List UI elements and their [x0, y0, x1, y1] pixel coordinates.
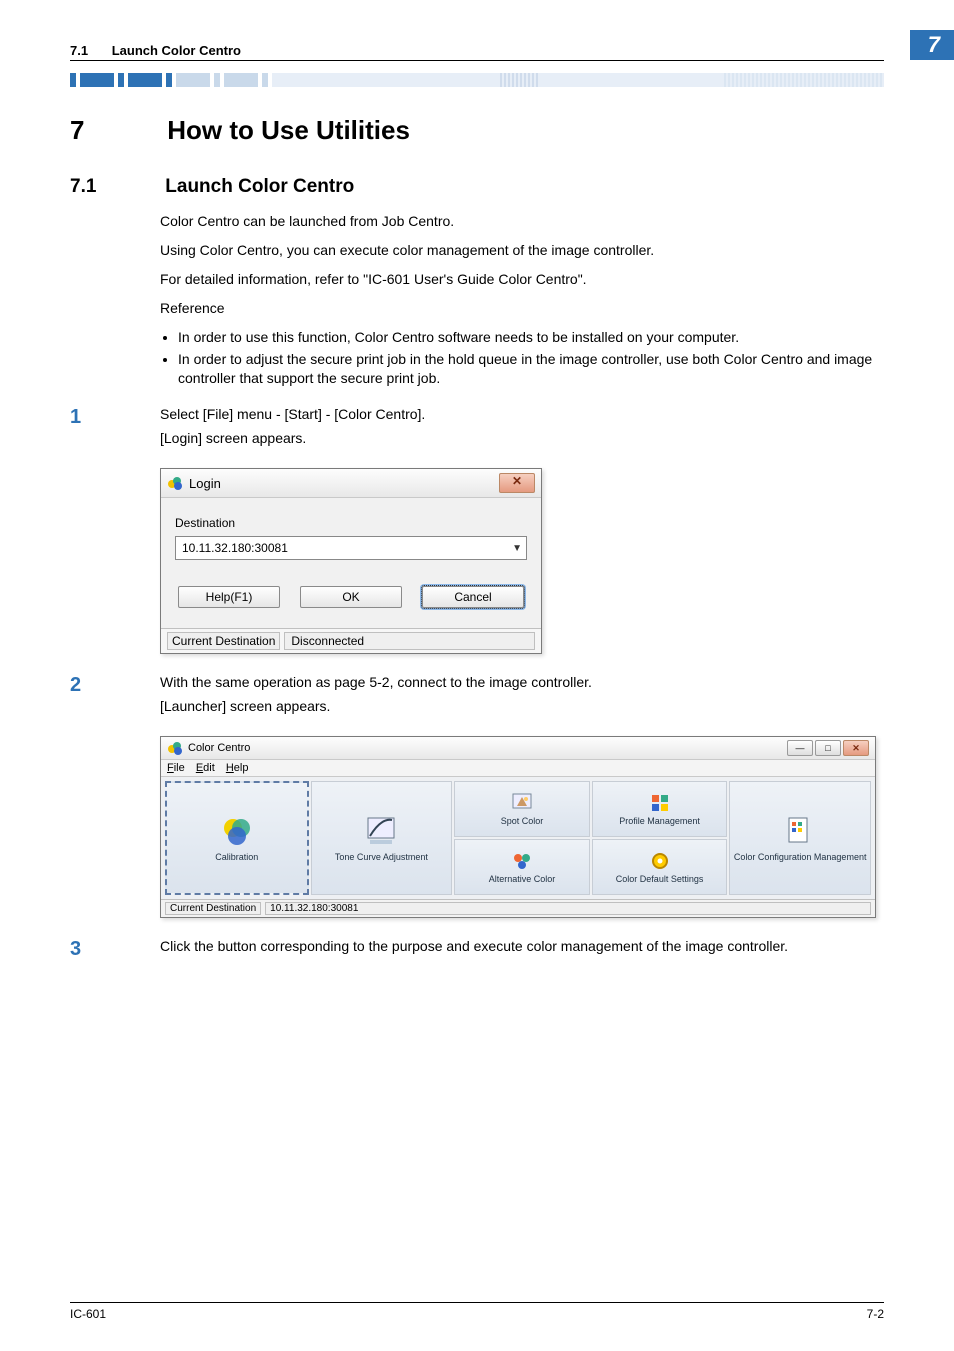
section-title: 7.1 Launch Color Centro: [70, 176, 884, 198]
close-button[interactable]: ✕: [499, 473, 535, 493]
login-titlebar: Login ✕: [161, 469, 541, 498]
decorative-stripe: [70, 73, 884, 87]
ok-button[interactable]: OK: [300, 586, 402, 608]
spot-color-button[interactable]: Spot Color: [454, 781, 590, 837]
step-text: With the same operation as page 5-2, con…: [160, 674, 884, 690]
profile-label: Profile Management: [619, 816, 700, 826]
step-result: [Launcher] screen appears.: [160, 698, 884, 714]
launcher-titlebar: Color Centro — □ ✕: [161, 737, 875, 760]
header-left: 7.1 Launch Color Centro: [70, 43, 241, 58]
step-1: 1 Select [File] menu - [Start] - [Color …: [70, 406, 884, 454]
section-number: 7.1: [70, 176, 160, 198]
step-text: Click the button corresponding to the pu…: [160, 938, 884, 954]
menu-file[interactable]: FFileile: [167, 762, 185, 774]
menu-edit[interactable]: Edit: [196, 762, 215, 774]
color-config-management-button[interactable]: Color Configuration Management: [729, 781, 871, 895]
reference-item: In order to adjust the secure print job …: [178, 350, 884, 388]
cancel-button[interactable]: Cancel: [422, 586, 524, 608]
config-label: Color Configuration Management: [734, 852, 867, 862]
header-section-title: Launch Color Centro: [112, 43, 241, 58]
alternative-color-label: Alternative Color: [489, 874, 556, 884]
launcher-window: Color Centro — □ ✕ FFileile Edit Help Ca…: [160, 736, 876, 918]
app-icon: [167, 740, 183, 756]
status-value: 10.11.32.180:30081: [265, 902, 871, 915]
step-2: 2 With the same operation as page 5-2, c…: [70, 674, 884, 722]
defaults-label: Color Default Settings: [616, 874, 704, 884]
chapter-tab: 7: [910, 30, 954, 60]
login-status-bar: Current Destination Disconnected: [161, 628, 541, 653]
destination-combobox[interactable]: 10.11.32.180:30081 ▼: [175, 536, 527, 560]
chevron-down-icon: ▼: [512, 543, 522, 554]
destination-label: Destination: [175, 516, 527, 530]
color-default-settings-button[interactable]: Color Default Settings: [592, 839, 728, 895]
intro-p1: Color Centro can be launched from Job Ce…: [160, 212, 884, 231]
calibration-label: Calibration: [215, 852, 258, 862]
launcher-title-text: Color Centro: [188, 742, 250, 754]
tone-curve-label: Tone Curve Adjustment: [335, 852, 428, 862]
calibration-icon: [220, 814, 254, 848]
spot-color-icon: [511, 792, 533, 814]
step-number: 1: [70, 406, 160, 454]
chapter-title-text: How to Use Utilities: [167, 115, 410, 145]
alternative-color-button[interactable]: Alternative Color: [454, 839, 590, 895]
footer-left: IC-601: [70, 1307, 106, 1321]
status-value: Disconnected: [284, 632, 535, 650]
launcher-menubar: FFileile Edit Help: [161, 760, 875, 777]
profile-icon: [649, 792, 671, 814]
alternative-color-icon: [511, 850, 533, 872]
reference-list: In order to use this function, Color Cen…: [160, 328, 884, 389]
section-title-text: Launch Color Centro: [165, 176, 354, 197]
tone-curve-button[interactable]: Tone Curve Adjustment: [311, 781, 453, 895]
spot-color-label: Spot Color: [501, 816, 544, 826]
intro-p3: For detailed information, refer to "IC-6…: [160, 270, 884, 289]
page-header: 7.1 Launch Color Centro 7: [70, 30, 884, 61]
step-number: 3: [70, 938, 160, 962]
intro-p2: Using Color Centro, you can execute colo…: [160, 241, 884, 260]
step-result: [Login] screen appears.: [160, 430, 884, 446]
gear-icon: [649, 850, 671, 872]
step-number: 2: [70, 674, 160, 722]
app-icon: [167, 475, 183, 491]
tone-curve-icon: [364, 814, 398, 848]
config-icon: [783, 814, 817, 848]
reference-label: Reference: [160, 299, 884, 318]
login-dialog: Login ✕ Destination 10.11.32.180:30081 ▼…: [160, 468, 542, 654]
login-title-text: Login: [189, 476, 221, 491]
close-button[interactable]: ✕: [843, 740, 869, 756]
menu-help[interactable]: Help: [226, 762, 249, 774]
header-section-number: 7.1: [70, 43, 88, 58]
help-button[interactable]: Help(F1): [178, 586, 280, 608]
footer-right: 7-2: [867, 1307, 884, 1321]
intro-block: Color Centro can be launched from Job Ce…: [160, 212, 884, 406]
calibration-button[interactable]: Calibration: [165, 781, 309, 895]
launcher-status-bar: Current Destination 10.11.32.180:30081: [161, 899, 875, 917]
profile-management-button[interactable]: Profile Management: [592, 781, 728, 837]
status-label: Current Destination: [165, 902, 261, 915]
chapter-number: 7: [70, 115, 160, 146]
chapter-title: 7 How to Use Utilities: [70, 115, 884, 146]
maximize-button[interactable]: □: [815, 740, 841, 756]
page-footer: IC-601 7-2: [70, 1302, 884, 1321]
minimize-button[interactable]: —: [787, 740, 813, 756]
reference-item: In order to use this function, Color Cen…: [178, 328, 884, 347]
launcher-body: Calibration Tone Curve Adjustment Spot C…: [161, 777, 875, 899]
destination-value: 10.11.32.180:30081: [182, 541, 288, 555]
status-label: Current Destination: [167, 632, 280, 650]
step-text: Select [File] menu - [Start] - [Color Ce…: [160, 406, 884, 422]
step-3: 3 Click the button corresponding to the …: [70, 938, 884, 962]
